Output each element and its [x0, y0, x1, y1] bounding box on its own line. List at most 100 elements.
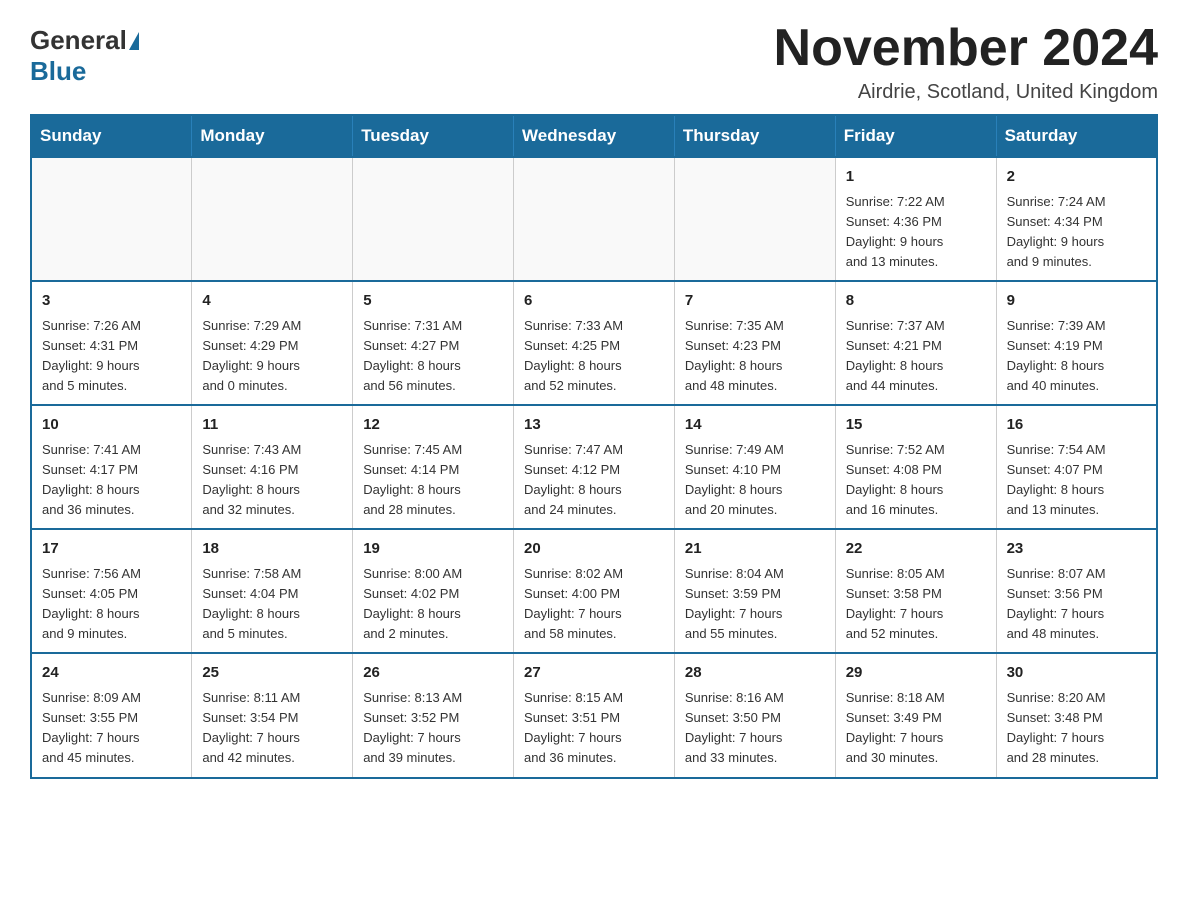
day-info: Sunrise: 7:22 AMSunset: 4:36 PMDaylight:… [846, 192, 986, 273]
calendar-day-cell: 26 Sunrise: 8:13 AMSunset: 3:52 PMDayligh… [353, 653, 514, 777]
calendar-day-cell: 17Sunrise: 7:56 AMSunset: 4:05 PMDayligh… [31, 529, 192, 653]
day-info: Sunrise: 8:04 AMSunset: 3:59 PMDaylight:… [685, 564, 825, 645]
day-info: Sunrise: 7:49 AMSunset: 4:10 PMDaylight:… [685, 440, 825, 521]
day-info: Sunrise: 7:39 AMSunset: 4:19 PMDaylight:… [1007, 316, 1146, 397]
day-info: Sunrise: 7:31 AMSunset: 4:27 PMDaylight:… [363, 316, 503, 397]
day-info: Sunrise: 7:47 AMSunset: 4:12 PMDaylight:… [524, 440, 664, 521]
logo-general-text: General [30, 25, 127, 56]
month-title: November 2024 [774, 20, 1158, 77]
calendar-day-cell: 15 Sunrise: 7:52 AMSunset: 4:08 PMDayligh… [835, 405, 996, 529]
logo-triangle-icon [129, 32, 139, 50]
day-info: Sunrise: 8:20 AMSunset: 3:48 PMDaylight:… [1007, 688, 1146, 769]
day-of-week-header: Saturday [996, 115, 1157, 157]
day-info: Sunrise: 7:43 AMSunset: 4:16 PMDaylight:… [202, 440, 342, 521]
day-info: Sunrise: 8:16 AMSunset: 3:50 PMDaylight:… [685, 688, 825, 769]
calendar-day-cell: 13 Sunrise: 7:47 AMSunset: 4:12 PMDayligh… [514, 405, 675, 529]
day-number: 28 [685, 662, 825, 685]
day-info: Sunrise: 7:41 AMSunset: 4:17 PMDaylight:… [42, 440, 181, 521]
day-number: 2 [1007, 166, 1146, 189]
day-number: 30 [1007, 662, 1146, 685]
day-number: 1 [846, 166, 986, 189]
calendar-day-cell: 2Sunrise: 7:24 AMSunset: 4:34 PMDaylight… [996, 157, 1157, 281]
calendar-day-cell: 4 Sunrise: 7:29 AMSunset: 4:29 PMDaylight… [192, 281, 353, 405]
day-number: 4 [202, 290, 342, 313]
calendar-day-cell: 3 Sunrise: 7:26 AMSunset: 4:31 PMDaylight… [31, 281, 192, 405]
day-number: 8 [846, 290, 986, 313]
day-number: 15 [846, 414, 986, 437]
calendar-day-cell: 29 Sunrise: 8:18 AMSunset: 3:49 PMDayligh… [835, 653, 996, 777]
calendar-week-row: 10 Sunrise: 7:41 AMSunset: 4:17 PMDayligh… [31, 405, 1157, 529]
day-info: Sunrise: 8:07 AMSunset: 3:56 PMDaylight:… [1007, 564, 1146, 645]
day-number: 16 [1007, 414, 1146, 437]
calendar-day-cell [514, 157, 675, 281]
calendar-week-row: 24 Sunrise: 8:09 AMSunset: 3:55 PMDayligh… [31, 653, 1157, 777]
day-info: Sunrise: 7:35 AMSunset: 4:23 PMDaylight:… [685, 316, 825, 397]
title-block: November 2024 Airdrie, Scotland, United … [774, 20, 1158, 104]
day-number: 23 [1007, 538, 1146, 561]
calendar-day-cell [192, 157, 353, 281]
day-info: Sunrise: 8:09 AMSunset: 3:55 PMDaylight:… [42, 688, 181, 769]
calendar-day-cell: 20Sunrise: 8:02 AMSunset: 4:00 PMDayligh… [514, 529, 675, 653]
day-of-week-header: Friday [835, 115, 996, 157]
day-info: Sunrise: 7:54 AMSunset: 4:07 PMDaylight:… [1007, 440, 1146, 521]
day-number: 19 [363, 538, 503, 561]
day-number: 25 [202, 662, 342, 685]
calendar-day-cell [353, 157, 514, 281]
day-number: 14 [685, 414, 825, 437]
day-number: 24 [42, 662, 181, 685]
logo-blue-text: Blue [30, 56, 86, 86]
calendar-day-cell: 25Sunrise: 8:11 AMSunset: 3:54 PMDayligh… [192, 653, 353, 777]
logo: General Blue [30, 20, 141, 87]
day-of-week-header: Wednesday [514, 115, 675, 157]
day-number: 18 [202, 538, 342, 561]
calendar-week-row: 1 Sunrise: 7:22 AMSunset: 4:36 PMDaylight… [31, 157, 1157, 281]
day-number: 11 [202, 414, 342, 437]
day-info: Sunrise: 7:52 AMSunset: 4:08 PMDaylight:… [846, 440, 986, 521]
day-number: 5 [363, 290, 503, 313]
calendar-day-cell: 10 Sunrise: 7:41 AMSunset: 4:17 PMDayligh… [31, 405, 192, 529]
calendar-day-cell: 21 Sunrise: 8:04 AMSunset: 3:59 PMDayligh… [674, 529, 835, 653]
calendar-day-cell: 7 Sunrise: 7:35 AMSunset: 4:23 PMDaylight… [674, 281, 835, 405]
calendar-day-cell [31, 157, 192, 281]
calendar-day-cell: 8 Sunrise: 7:37 AMSunset: 4:21 PMDaylight… [835, 281, 996, 405]
calendar-day-cell: 9 Sunrise: 7:39 AMSunset: 4:19 PMDaylight… [996, 281, 1157, 405]
day-info: Sunrise: 7:33 AMSunset: 4:25 PMDaylight:… [524, 316, 664, 397]
day-info: Sunrise: 7:37 AMSunset: 4:21 PMDaylight:… [846, 316, 986, 397]
calendar-day-cell: 6Sunrise: 7:33 AMSunset: 4:25 PMDaylight… [514, 281, 675, 405]
day-info: Sunrise: 7:45 AMSunset: 4:14 PMDaylight:… [363, 440, 503, 521]
calendar-day-cell: 5 Sunrise: 7:31 AMSunset: 4:27 PMDaylight… [353, 281, 514, 405]
calendar-week-row: 3 Sunrise: 7:26 AMSunset: 4:31 PMDaylight… [31, 281, 1157, 405]
page-header: General Blue November 2024 Airdrie, Scot… [30, 20, 1158, 104]
day-number: 7 [685, 290, 825, 313]
day-info: Sunrise: 8:15 AMSunset: 3:51 PMDaylight:… [524, 688, 664, 769]
day-number: 29 [846, 662, 986, 685]
day-info: Sunrise: 7:26 AMSunset: 4:31 PMDaylight:… [42, 316, 181, 397]
day-number: 9 [1007, 290, 1146, 313]
day-of-week-header: Monday [192, 115, 353, 157]
day-number: 21 [685, 538, 825, 561]
calendar-day-cell: 18 Sunrise: 7:58 AMSunset: 4:04 PMDayligh… [192, 529, 353, 653]
day-info: Sunrise: 7:29 AMSunset: 4:29 PMDaylight:… [202, 316, 342, 397]
day-number: 3 [42, 290, 181, 313]
day-info: Sunrise: 8:02 AMSunset: 4:00 PMDaylight:… [524, 564, 664, 645]
day-info: Sunrise: 7:58 AMSunset: 4:04 PMDaylight:… [202, 564, 342, 645]
day-info: Sunrise: 8:13 AMSunset: 3:52 PMDaylight:… [363, 688, 503, 769]
calendar-table: SundayMondayTuesdayWednesdayThursdayFrid… [30, 114, 1158, 778]
calendar-day-cell: 24 Sunrise: 8:09 AMSunset: 3:55 PMDayligh… [31, 653, 192, 777]
day-info: Sunrise: 8:00 AMSunset: 4:02 PMDaylight:… [363, 564, 503, 645]
calendar-day-cell: 1 Sunrise: 7:22 AMSunset: 4:36 PMDaylight… [835, 157, 996, 281]
day-number: 10 [42, 414, 181, 437]
day-info: Sunrise: 8:05 AMSunset: 3:58 PMDaylight:… [846, 564, 986, 645]
calendar-day-cell: 23 Sunrise: 8:07 AMSunset: 3:56 PMDayligh… [996, 529, 1157, 653]
day-number: 26 [363, 662, 503, 685]
day-of-week-header: Sunday [31, 115, 192, 157]
day-info: Sunrise: 7:56 AMSunset: 4:05 PMDaylight:… [42, 564, 181, 645]
calendar-header-row: SundayMondayTuesdayWednesdayThursdayFrid… [31, 115, 1157, 157]
day-number: 13 [524, 414, 664, 437]
day-info: Sunrise: 8:18 AMSunset: 3:49 PMDaylight:… [846, 688, 986, 769]
calendar-day-cell: 12Sunrise: 7:45 AMSunset: 4:14 PMDayligh… [353, 405, 514, 529]
calendar-day-cell: 30 Sunrise: 8:20 AMSunset: 3:48 PMDayligh… [996, 653, 1157, 777]
calendar-day-cell: 22Sunrise: 8:05 AMSunset: 3:58 PMDayligh… [835, 529, 996, 653]
day-of-week-header: Tuesday [353, 115, 514, 157]
calendar-day-cell [674, 157, 835, 281]
